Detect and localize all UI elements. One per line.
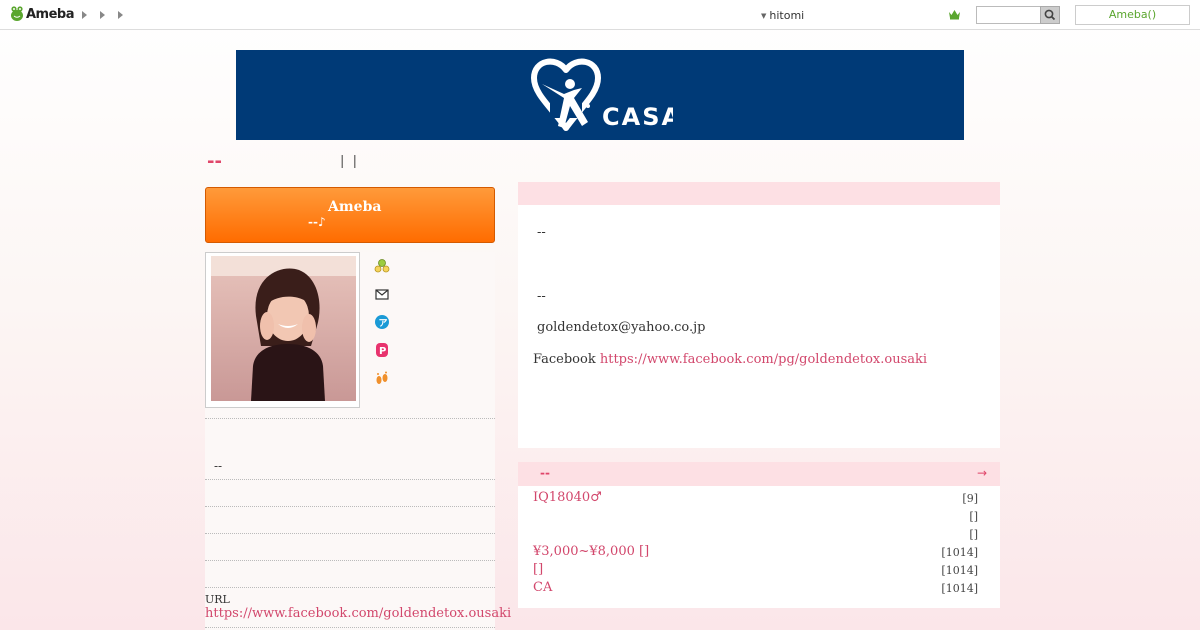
- facebook-link[interactable]: https://www.facebook.com/pg/goldendetox.…: [600, 352, 927, 367]
- entry-row[interactable]: ¥3,000~¥8,000 [] [1014]: [533, 544, 978, 562]
- user-menu[interactable]: ▼ hitomi: [761, 9, 804, 22]
- entry-comment-count: []: [969, 510, 978, 523]
- reader-icon[interactable]: [374, 258, 390, 274]
- entry-row[interactable]: []: [533, 508, 978, 526]
- divider: [205, 418, 495, 419]
- ameba-frog-icon: [11, 6, 23, 21]
- user-name: hitomi: [769, 9, 805, 22]
- nav-arrow-icon[interactable]: [100, 11, 105, 19]
- divider: [205, 533, 495, 534]
- entry-comment-count: [1014]: [941, 564, 978, 577]
- url-label: URL: [205, 593, 230, 606]
- entry-title[interactable]: []: [533, 562, 543, 577]
- search-icon: [1044, 9, 1056, 21]
- entry-comment-count: [1014]: [941, 582, 978, 595]
- crown-icon[interactable]: [948, 8, 961, 20]
- entry-comment-count: []: [969, 528, 978, 541]
- app-icon[interactable]: ア: [374, 314, 390, 330]
- entry-comment-count: [9]: [962, 492, 978, 505]
- mail-icon[interactable]: [374, 286, 390, 302]
- profile-photo: [211, 256, 356, 401]
- logo-text: Ameba: [26, 6, 75, 22]
- top-bar: Ameba ▼ hitomi Ameba(): [0, 0, 1200, 30]
- profile-box-header: [518, 182, 1000, 205]
- blog-title-row: -- | |: [207, 151, 357, 172]
- blog-title[interactable]: --: [207, 151, 222, 172]
- promo-banner[interactable]: Ameba --♪: [205, 187, 495, 243]
- entry-title[interactable]: IQ18040♂: [533, 490, 602, 505]
- divider: [205, 587, 495, 588]
- entry-comment-count: [1014]: [941, 546, 978, 559]
- pigg-icon[interactable]: P: [374, 342, 390, 358]
- blog-header-banner[interactable]: CASA: [236, 50, 964, 140]
- nav-arrow-icon[interactable]: [118, 11, 123, 19]
- entry-title[interactable]: ¥3,000~¥8,000 []: [533, 544, 649, 559]
- ameba-logo[interactable]: Ameba: [10, 6, 75, 22]
- facebook-label: Facebook: [533, 352, 596, 367]
- profile-box: -- -- goldendetox@yahoo.co.jp Facebook h…: [518, 205, 1000, 448]
- profile-photo-frame[interactable]: [205, 252, 360, 408]
- search-input[interactable]: [976, 6, 1041, 24]
- ameba-button[interactable]: Ameba(): [1075, 5, 1190, 25]
- profile-actions: ア P: [374, 258, 390, 386]
- nav-arrow-icon[interactable]: [82, 11, 87, 19]
- entry-title[interactable]: CA: [533, 580, 552, 595]
- profile-line: --: [537, 289, 546, 304]
- more-arrow-link[interactable]: →: [977, 466, 987, 480]
- entry-row[interactable]: CA [1014]: [533, 580, 978, 598]
- banner-brand-text: CASA: [602, 103, 673, 131]
- entries-list: IQ18040♂ [9] [] [] ¥3,000~¥8,000 [] [101…: [518, 486, 1000, 608]
- profile-line: --: [537, 225, 546, 240]
- entry-row[interactable]: [] [1014]: [533, 562, 978, 580]
- svg-text:ア: ア: [379, 318, 388, 329]
- svg-text:P: P: [379, 346, 386, 357]
- blog-title-separators: | |: [340, 154, 358, 169]
- footprint-icon[interactable]: [374, 370, 390, 386]
- entry-row[interactable]: IQ18040♂ [9]: [533, 490, 978, 508]
- search-button[interactable]: [1040, 6, 1060, 24]
- global-nav: [82, 9, 123, 19]
- entries-box-header: -- →: [518, 462, 1000, 486]
- caret-down-icon: ▼: [761, 11, 767, 20]
- divider: [205, 506, 495, 507]
- divider: [205, 627, 495, 628]
- divider: [205, 479, 495, 480]
- profile-text: --: [214, 459, 223, 473]
- divider: [205, 560, 495, 561]
- promo-title: Ameba: [328, 199, 382, 215]
- entry-row[interactable]: []: [533, 526, 978, 544]
- promo-subtitle: --♪: [308, 215, 326, 229]
- profile-url-link[interactable]: https://www.facebook.com/goldendetox.ous…: [205, 606, 511, 621]
- casa-logo: CASA: [531, 58, 673, 131]
- contact-email: goldendetox@yahoo.co.jp: [537, 320, 706, 335]
- facebook-line: Facebook https://www.facebook.com/pg/gol…: [533, 352, 927, 367]
- entries-box-title[interactable]: --: [540, 466, 550, 480]
